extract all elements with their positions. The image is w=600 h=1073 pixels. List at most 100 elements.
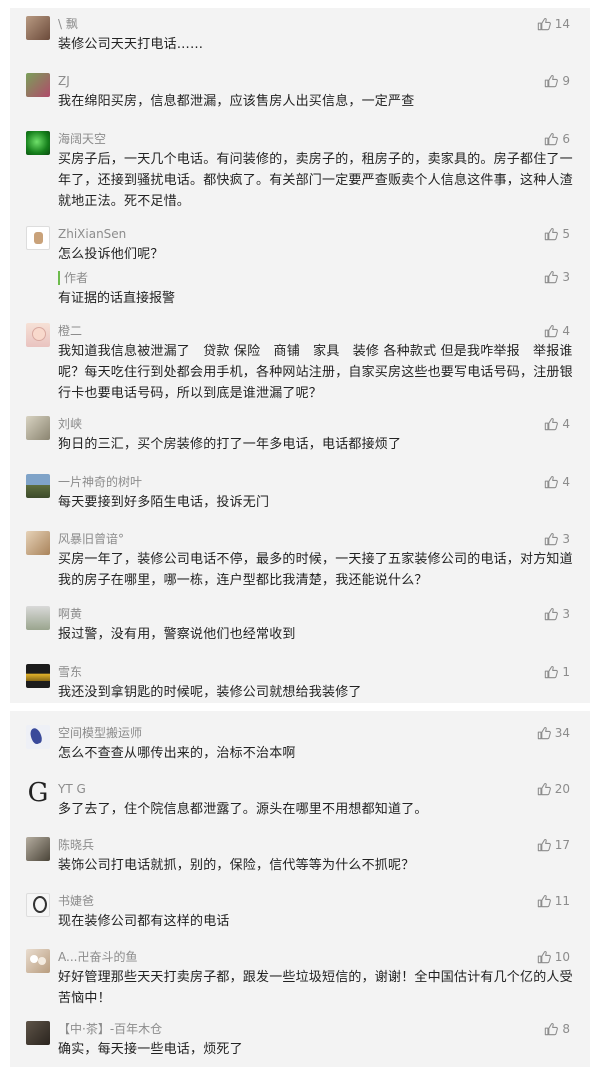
like-button[interactable]: 5 [544,226,570,242]
thumbs-up-icon [544,665,558,679]
like-count: 34 [554,726,570,740]
like-count: 4 [562,324,570,338]
thumbs-up-icon [537,782,551,796]
like-button[interactable]: 1 [544,664,570,680]
like-button[interactable]: 6 [544,131,570,147]
commenter-name[interactable]: 【中·茶】-百年木仓 [58,1021,162,1037]
comment-text: 我还没到拿钥匙的时候呢，装修公司就想给我装修了 [58,685,362,700]
like-button[interactable]: 14 [537,16,570,32]
like-count: 10 [554,950,570,964]
commenter-name[interactable]: 一片神奇的树叶 [58,474,142,490]
comment-text: 现在装修公司都有这样的电话 [58,914,230,929]
commenter-name[interactable]: 空间模型搬运师 [58,725,142,741]
avatar[interactable] [26,893,50,917]
reply-like-button[interactable]: 3 [544,270,570,284]
thumbs-up-icon [537,950,551,964]
like-button[interactable]: 4 [544,474,570,490]
like-count: 17 [554,838,570,852]
thumbs-up-icon [537,726,551,740]
like-button[interactable]: 3 [544,531,570,547]
like-count: 5 [562,227,570,241]
comment-text: 买房一年了，装修公司电话不停，最多的时候，一天接了五家装修公司的电话，对方知道我… [58,552,573,588]
like-button[interactable]: 11 [537,893,570,909]
thumbs-up-icon [544,475,558,489]
avatar[interactable] [26,131,50,155]
commenter-name[interactable]: 刘峡 [58,416,82,432]
avatar[interactable] [26,73,50,97]
like-button[interactable]: 20 [537,781,570,797]
like-count: 9 [562,74,570,88]
like-button[interactable]: 3 [544,606,570,622]
commenter-name[interactable]: A...卍奋斗的鱼 [58,949,137,965]
thumbs-up-icon [544,417,558,431]
thumbs-up-icon [537,838,551,852]
thumbs-up-icon [544,607,558,621]
commenter-name[interactable]: 橙二 [58,323,82,339]
thumbs-up-icon [544,74,558,88]
like-button[interactable]: 4 [544,323,570,339]
avatar[interactable]: G [26,781,50,805]
letter-g-glyph: G [27,781,49,805]
like-button[interactable]: 8 [544,1021,570,1037]
avatar[interactable] [26,416,50,440]
avatar[interactable] [26,725,50,749]
like-count: 20 [554,782,570,796]
like-count: 1 [562,665,570,679]
thumbs-up-icon [537,894,551,908]
comment-text: 怎么投诉他们呢？ [58,247,164,262]
comment-text: 每天要接到好多陌生电话，投诉无门 [58,495,270,510]
commenter-name[interactable]: YT G [58,781,86,797]
avatar[interactable] [26,323,50,347]
like-count: 4 [562,475,570,489]
commenter-name[interactable]: 风暴旧曾谙° [58,531,124,547]
comment-text: 怎么不查查从哪传出来的，治标不治本啊 [58,746,296,761]
avatar[interactable] [26,16,50,40]
comments-panel-bottom: 空间模型搬运师 34 怎么不查查从哪传出来的，治标不治本啊 G YT G 20 … [10,711,590,1067]
like-count: 6 [562,132,570,146]
reply-text: 有证据的话直接报警 [58,291,176,306]
comment-text: 报过警，没有用，警察说他们也经常收到 [58,627,296,642]
comment-text: 买房子后，一天几个电话。有问装修的，卖房子的，租房子的，卖家具的。房子都住了一年… [58,152,573,209]
comment-text: 我在绵阳买房，信息都泄漏，应该售房人出买信息，一定严查 [58,94,415,109]
like-button[interactable]: 9 [544,73,570,89]
like-button[interactable]: 10 [537,949,570,965]
avatar[interactable] [26,606,50,630]
thumbs-up-icon [544,532,558,546]
reply-author-label: 作者 [64,271,89,285]
like-count: 3 [562,270,570,284]
like-count: 11 [554,894,570,908]
comment-text: 装饰公司打电话就抓，别的，保险，信代等等为什么不抓呢？ [58,858,415,873]
avatar[interactable] [26,1021,50,1045]
commenter-name[interactable]: 书婕爸 [58,893,94,909]
avatar[interactable] [26,474,50,498]
commenter-name[interactable]: 陈晓兵 [58,837,94,853]
thumbs-up-icon [537,17,551,31]
commenter-name[interactable]: 雪东 [58,664,82,680]
avatar[interactable] [26,837,50,861]
like-button[interactable]: 17 [537,837,570,853]
commenter-name[interactable]: \ 飘 [58,16,78,32]
comment-text: 装修公司天天打电话…… [58,37,204,52]
commenter-name[interactable]: ZJ [58,73,70,89]
like-count: 4 [562,417,570,431]
thumbs-up-icon [544,1022,558,1036]
thumbs-up-icon [544,270,558,284]
commenter-name[interactable]: 啊黄 [58,606,82,622]
like-count: 14 [554,17,570,31]
avatar[interactable] [26,531,50,555]
like-button[interactable]: 4 [544,416,570,432]
thumbs-up-icon [544,227,558,241]
comment-text: 我知道我信息被泄漏了 贷款 保险 商铺 家具 装修 各种款式 但是我咋举报 举报… [58,344,573,401]
avatar[interactable] [26,226,50,250]
commenter-name[interactable]: 海阔天空 [58,131,106,147]
comment-text: 狗日的三汇，买个房装修的打了一年多电话，电话都接烦了 [58,437,402,452]
thumbs-up-icon [544,132,558,146]
comment-text: 确实，每天接一些电话，烦死了 [58,1042,243,1057]
avatar[interactable] [26,664,50,688]
comment-text: 好好管理那些天天打卖房子都，跟发一些垃圾短信的，谢谢！全中国估计有几个亿的人受苦… [58,970,573,1006]
commenter-name[interactable]: ZhiXianSen [58,226,126,242]
avatar[interactable] [26,949,50,973]
thumbs-up-icon [544,324,558,338]
comment-text: 多了去了，住个院信息都泄露了。源头在哪里不用想都知道了。 [58,802,428,817]
like-button[interactable]: 34 [537,725,570,741]
